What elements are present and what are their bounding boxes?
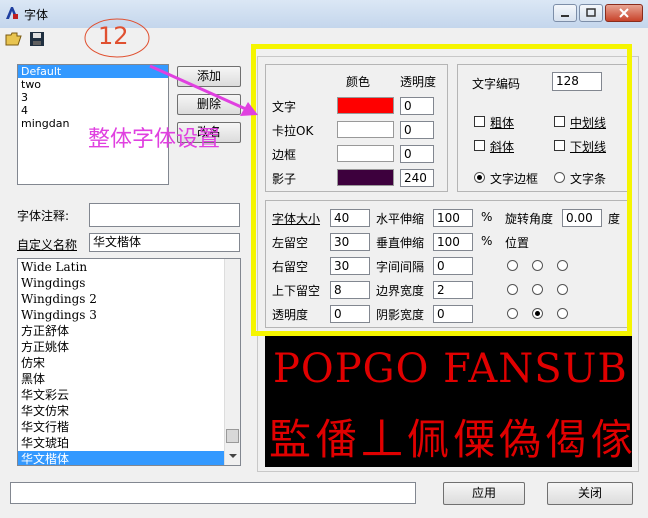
scroll-down-icon[interactable] (228, 452, 238, 460)
font-list-item[interactable]: 华文琥珀 (18, 435, 224, 451)
font-list-item[interactable]: Wingdings 3 (18, 307, 224, 323)
font-list[interactable]: Wide Latin Wingdings Wingdings 2 Wingdings … (17, 258, 241, 466)
custom-name-input[interactable]: 华文楷体 (89, 233, 240, 252)
minimize-button[interactable] (553, 4, 577, 22)
font-list-item[interactable]: Wingdings (18, 275, 224, 291)
font-list-item[interactable]: 华文彩云 (18, 387, 224, 403)
font-list-item[interactable]: 华文仿宋 (18, 403, 224, 419)
preview-line-latin: POPGO FANSUB (273, 346, 628, 392)
comment-input[interactable] (89, 203, 240, 227)
callout-arrow (149, 64, 258, 116)
close-icon (619, 8, 629, 18)
font-list-item[interactable]: 黑体 (18, 371, 224, 387)
preview-pane: POPGO FANSUB 監僠丄佩僳偽偈傢 (265, 336, 632, 467)
open-folder-icon[interactable] (5, 30, 23, 48)
status-bar (10, 482, 416, 504)
custom-name-label: 自定义名称 (17, 238, 78, 252)
comment-label: 字体注释: (17, 209, 70, 223)
callout-text: 整体字体设置 (88, 127, 221, 152)
step-number: 12 (98, 22, 129, 50)
maximize-button[interactable] (579, 4, 603, 22)
font-list-item[interactable]: 华文行楷 (18, 419, 224, 435)
font-list-item[interactable]: Wide Latin (18, 259, 224, 275)
font-list-item[interactable]: 方正姚体 (18, 339, 224, 355)
highlight-box (251, 44, 632, 336)
app-icon (6, 7, 18, 19)
font-list-scrollbar[interactable] (224, 259, 240, 465)
font-list-item[interactable]: Wingdings 2 (18, 291, 224, 307)
save-icon[interactable] (28, 30, 46, 48)
font-list-item[interactable]: 华文楷体 (18, 451, 224, 465)
preview-line-cjk: 監僠丄佩僳偽偈傢 (269, 415, 632, 464)
window-title: 字体 (24, 8, 49, 22)
apply-button[interactable]: 应用 (443, 482, 525, 505)
close-window-button[interactable] (605, 4, 643, 22)
minimize-icon (561, 15, 569, 17)
font-list-item[interactable]: 方正舒体 (18, 323, 224, 339)
scrollbar-thumb[interactable] (226, 429, 239, 443)
restore-icon (586, 8, 596, 17)
font-list-item[interactable]: 仿宋 (18, 355, 224, 371)
close-button[interactable]: 关闭 (547, 482, 633, 505)
